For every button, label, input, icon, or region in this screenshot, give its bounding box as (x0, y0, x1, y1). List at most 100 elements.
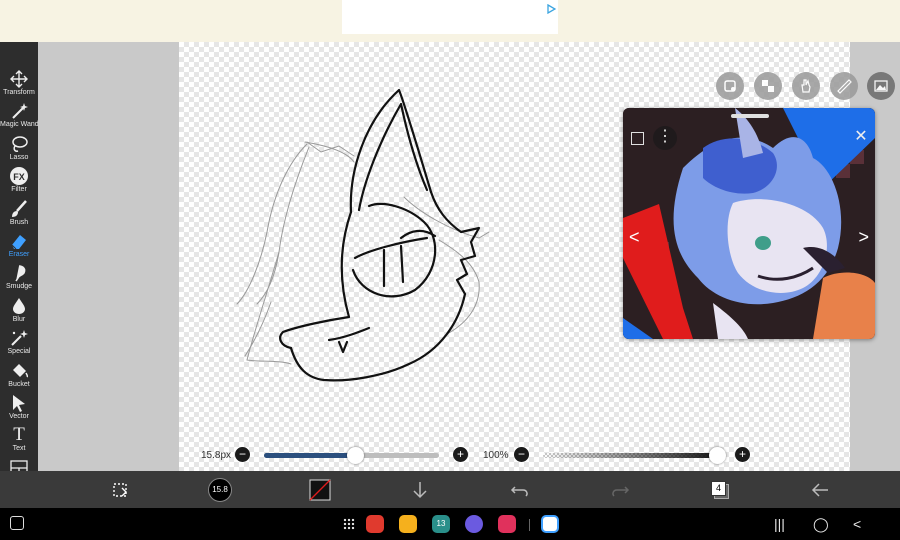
tool-vector[interactable]: Vector (0, 393, 38, 425)
grid-button[interactable] (754, 72, 782, 100)
lasso-icon (8, 134, 30, 154)
ad-bar (0, 0, 900, 42)
dock-divider (529, 519, 530, 531)
back-button[interactable] (807, 477, 833, 503)
opacity-slider-track[interactable] (543, 453, 721, 458)
reference-maximize-icon[interactable] (631, 132, 644, 145)
reference-window[interactable]: ⋮ ✕ < > (623, 108, 875, 339)
material-button[interactable] (867, 72, 895, 100)
brush-slider-row: 15.8px − + 100% − + (38, 444, 900, 468)
brush-size-value: 15.8 (212, 485, 228, 494)
reference-icon (724, 80, 736, 92)
size-slider-thumb[interactable] (347, 447, 364, 464)
select-transform-icon (113, 483, 127, 497)
brush-size-button[interactable]: 15.8 (207, 477, 233, 503)
sparkle-wand-icon (8, 328, 30, 348)
gesture-button[interactable] (792, 72, 820, 100)
move-arrows-icon (8, 69, 30, 89)
opacity-increase-button[interactable]: + (735, 447, 750, 462)
tool-filter[interactable]: FX Filter (0, 166, 38, 198)
tool-label: Special (7, 348, 31, 356)
svg-text:FX: FX (13, 172, 25, 182)
tool-special[interactable]: Special (0, 328, 38, 360)
ad-banner[interactable] (342, 0, 558, 34)
tool-label: Bucket (8, 380, 30, 388)
size-increase-button[interactable]: + (453, 447, 468, 462)
reference-more-icon[interactable]: ⋮ (653, 126, 677, 150)
back-nav-icon[interactable]: < (853, 516, 861, 532)
screen-capture-icon[interactable] (10, 516, 24, 530)
redo-button[interactable] (607, 477, 633, 503)
left-toolbar: Transform Magic Wand Lasso FX Filter Brush Era… (0, 42, 44, 509)
tool-bucket[interactable]: Bucket (0, 361, 38, 393)
tool-blur[interactable]: Blur (0, 296, 38, 328)
size-decrease-button[interactable]: − (235, 447, 250, 462)
brush-icon (8, 199, 30, 219)
tool-label: Magic Wand (0, 121, 39, 129)
app-ibispaint-icon[interactable] (541, 515, 559, 533)
tool-label: Lasso (9, 153, 29, 161)
opacity-decrease-button[interactable]: − (514, 447, 529, 462)
arrow-down-icon (413, 482, 427, 499)
app-flipboard-icon[interactable] (366, 515, 384, 533)
reference-close-icon[interactable]: ✕ (853, 129, 869, 145)
undo-button[interactable] (507, 477, 533, 503)
hand-icon (801, 79, 811, 93)
undo-icon (510, 486, 528, 497)
system-navigation-bar: 13 ||| ◯ < (0, 508, 900, 540)
tool-magic-wand[interactable]: Magic Wand (0, 101, 39, 133)
bottom-toolbar: 15.8 4 (0, 471, 900, 508)
reference-prev-icon[interactable]: < (629, 228, 640, 246)
reference-next-icon[interactable]: > (858, 228, 869, 246)
tool-label: Brush (9, 218, 29, 226)
text-icon: T (13, 424, 25, 446)
app-drawer-icon[interactable] (343, 518, 355, 530)
tool-text[interactable]: T Text (0, 425, 38, 457)
size-slider-fill (264, 453, 355, 458)
tool-transform[interactable]: Transform (0, 69, 38, 101)
layer-count: 4 (715, 483, 721, 493)
app-browser-icon[interactable] (465, 515, 483, 533)
tool-label: Transform (3, 89, 35, 96)
eraser-icon (8, 231, 30, 251)
droplet-icon (8, 296, 30, 316)
brush-size-label: 15.8px (201, 450, 232, 461)
selection-tool-button[interactable] (107, 477, 133, 503)
download-button[interactable] (407, 477, 433, 503)
magic-wand-icon (8, 101, 30, 121)
tool-eraser[interactable]: Eraser (0, 231, 38, 263)
brush-size-preview: 15.8 (208, 478, 232, 502)
tool-lasso[interactable]: Lasso (0, 134, 38, 166)
ad-choices-icon[interactable] (547, 1, 557, 19)
image-icon (874, 80, 888, 92)
tool-label: Blur (12, 315, 26, 323)
color-swatch-icon (309, 479, 331, 501)
app-camera-icon[interactable] (498, 515, 516, 533)
ruler-button[interactable] (830, 72, 858, 100)
checker-icon (762, 80, 774, 92)
layers-button[interactable]: 4 (707, 477, 733, 503)
ruler-icon (837, 79, 852, 94)
fx-icon: FX (8, 166, 30, 186)
bucket-icon (8, 361, 30, 381)
tool-smudge[interactable]: Smudge (0, 263, 38, 295)
recent-apps-icon[interactable]: ||| (774, 516, 785, 532)
layers-icon: 4 (710, 480, 730, 500)
tool-label: Smudge (5, 283, 33, 291)
opacity-slider-thumb[interactable] (709, 447, 726, 464)
app-files-icon[interactable] (399, 515, 417, 533)
tool-label: Text (12, 445, 26, 453)
reference-button[interactable] (716, 72, 744, 100)
redo-icon (612, 486, 630, 497)
smudge-icon (8, 263, 30, 283)
tool-label: Eraser (8, 251, 30, 258)
app-calendar-icon[interactable]: 13 (432, 515, 450, 533)
opacity-label: 100% (483, 450, 509, 461)
color-button[interactable] (307, 477, 333, 503)
home-icon[interactable]: ◯ (813, 516, 829, 532)
reference-drag-handle[interactable] (731, 114, 769, 118)
pointer-icon (8, 393, 30, 413)
arrow-left-icon (811, 483, 828, 497)
tool-label: Filter (11, 186, 27, 194)
tool-brush[interactable]: Brush (0, 199, 38, 231)
